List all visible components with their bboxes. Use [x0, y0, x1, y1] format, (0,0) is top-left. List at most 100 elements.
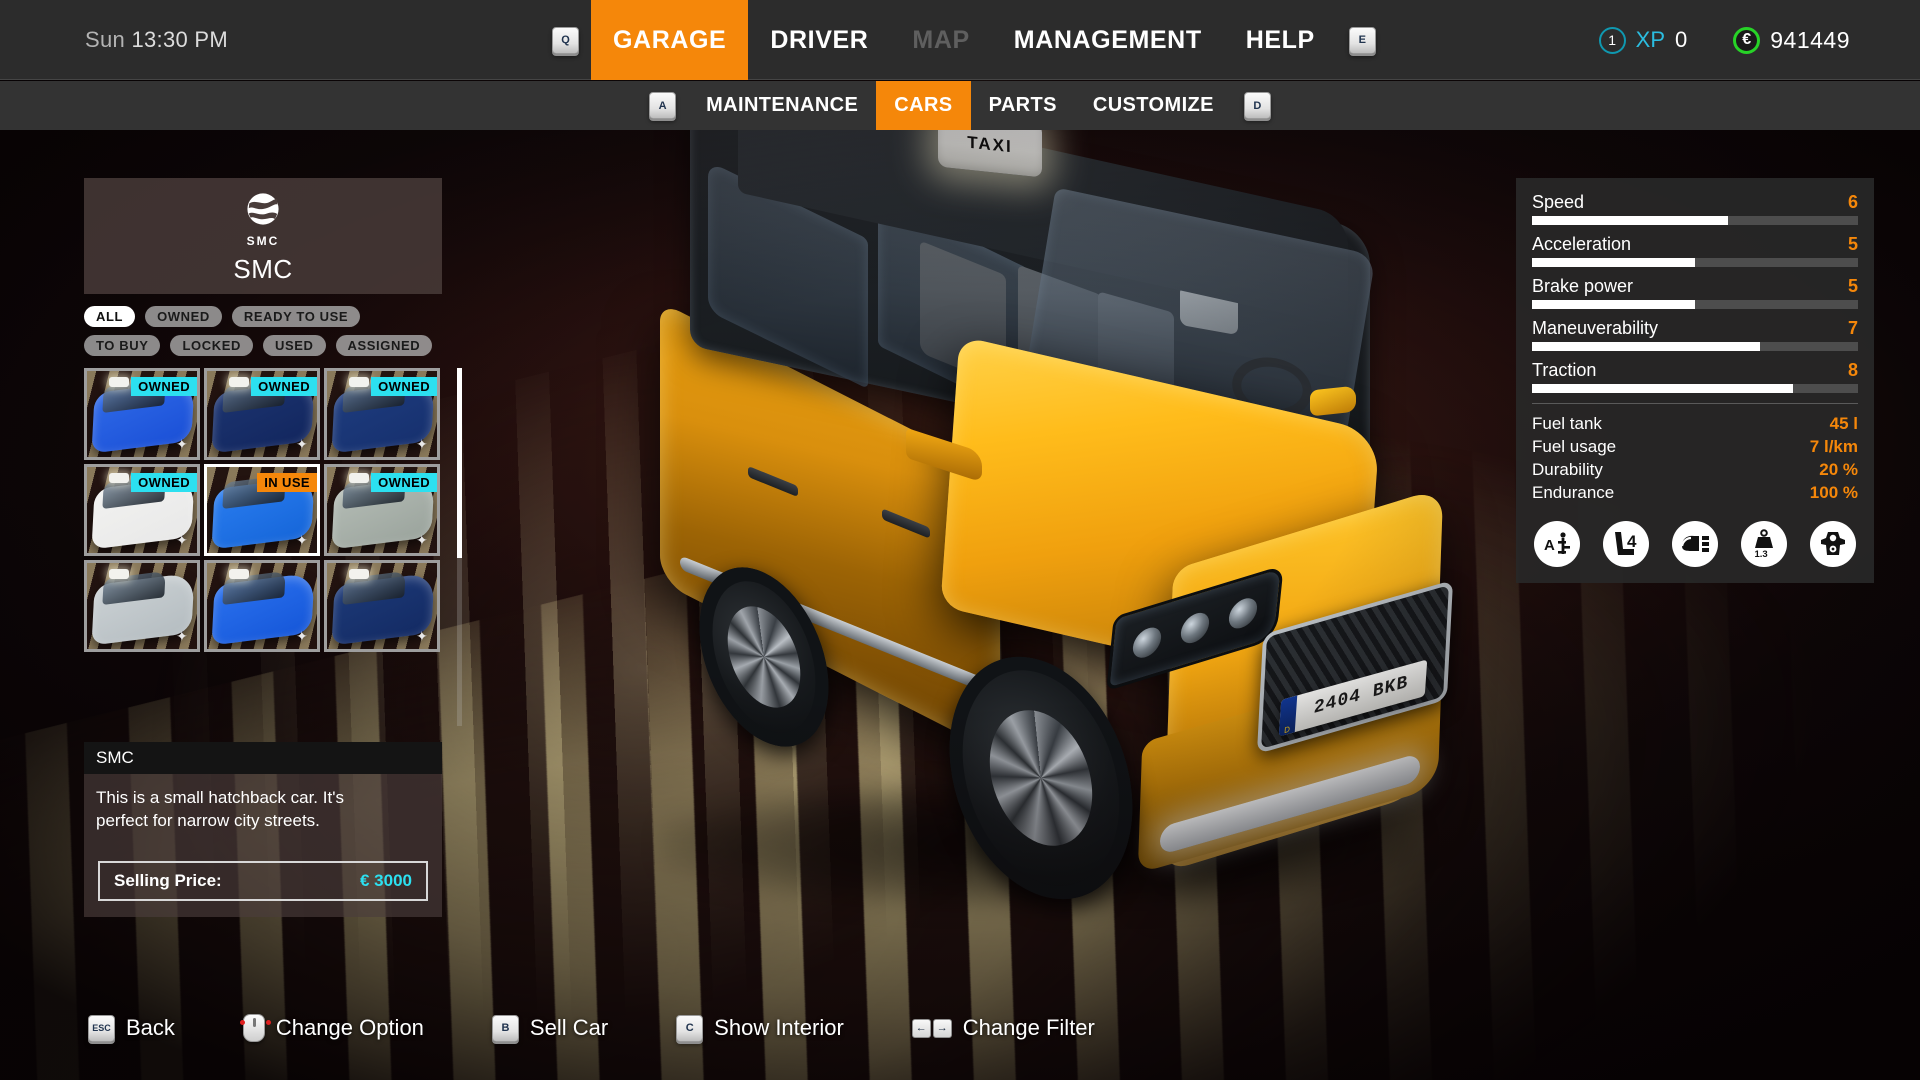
- stat-bar-fill: [1532, 216, 1728, 225]
- nav-item-management[interactable]: MANAGEMENT: [992, 0, 1224, 80]
- car-info-title: SMC: [84, 742, 442, 774]
- car-thumbnail[interactable]: ✦: [84, 560, 200, 652]
- car-thumbnail-badge: IN USE: [257, 473, 317, 492]
- nav-key-left-hint: Q: [540, 0, 591, 80]
- money-value: 941449: [1770, 26, 1850, 53]
- game-clock: Sun 13:30 PM: [85, 27, 228, 53]
- car-thumbnail-taxi-sign: [349, 473, 369, 483]
- gearbox-icon: [1672, 521, 1718, 567]
- car-thumbnail[interactable]: ✦: [204, 560, 320, 652]
- action-back[interactable]: ESC Back: [88, 1014, 175, 1042]
- stat-detail-row: Fuel tank 45 l: [1532, 414, 1858, 434]
- arrow-right-icon: →: [932, 1018, 952, 1038]
- car-thumbnail-badge: OWNED: [131, 377, 197, 396]
- stat-detail-row: Fuel usage 7 l/km: [1532, 437, 1858, 457]
- action-back-label: Back: [126, 1015, 175, 1040]
- stat-value: 6: [1847, 192, 1858, 212]
- stat-name: Brake power: [1532, 276, 1634, 296]
- selling-price-box: Selling Price: € 3000: [98, 860, 428, 901]
- stat-name: Speed: [1532, 192, 1585, 212]
- top-bar: Sun 13:30 PM Q GARAGE DRIVER MAP MANAGEM…: [0, 0, 1920, 80]
- stat-detail-name: Fuel usage: [1532, 437, 1617, 456]
- xp-label: XP: [1635, 27, 1665, 52]
- stat-bar-track: [1532, 342, 1858, 351]
- brand-mark-text: SMC: [246, 234, 280, 248]
- action-show-interior[interactable]: C Show Interior: [676, 1014, 844, 1042]
- money-group: € 941449: [1733, 26, 1850, 54]
- car-grid-scrollbar-thumb[interactable]: [457, 368, 462, 558]
- tab-cars[interactable]: CARS: [876, 81, 971, 130]
- action-show-interior-label: Show Interior: [714, 1015, 844, 1040]
- car-thumbnail-taxi-sign: [349, 377, 369, 387]
- stat-value: 8: [1847, 360, 1858, 380]
- car-stats-panel: Speed 6 Acceleration 5 Brake power 5 Maneuvera…: [1516, 178, 1874, 583]
- car-thumbnail-taxi-sign: [349, 569, 369, 579]
- car-thumbnail-badge: OWNED: [131, 473, 197, 492]
- car-thumbnail[interactable]: OWNED ✦: [324, 368, 440, 460]
- brand-name: SMC: [233, 254, 293, 284]
- sparkle-icon: ✦: [176, 628, 188, 644]
- nav-item-driver[interactable]: DRIVER: [748, 0, 890, 80]
- car-thumbnail[interactable]: OWNED ✦: [84, 464, 200, 556]
- tab-maintenance[interactable]: MAINTENANCE: [688, 81, 876, 130]
- spec-icons-row: A 4 1.3: [1532, 521, 1858, 567]
- car-selection-panel: SMC SMC ALL OWNED READY TO USE TO BUY LO…: [84, 178, 462, 917]
- filter-assigned[interactable]: ASSIGNED: [335, 335, 433, 356]
- action-sell-car[interactable]: B Sell Car: [491, 1014, 608, 1042]
- filter-to-buy[interactable]: TO BUY: [84, 335, 161, 356]
- car-thumbnail[interactable]: IN USE ✦: [204, 464, 320, 556]
- stat-bar-track: [1532, 300, 1858, 309]
- car-info-body: This is a small hatchback car. It's perf…: [84, 774, 442, 917]
- car-description: This is a small hatchback car. It's perf…: [96, 788, 344, 830]
- sparkle-icon: ✦: [176, 532, 188, 548]
- engine-icon: [1810, 521, 1856, 567]
- svg-text:1.3: 1.3: [1755, 549, 1768, 559]
- filter-locked[interactable]: LOCKED: [170, 335, 253, 356]
- nav-item-help[interactable]: HELP: [1224, 0, 1337, 80]
- nav-item-garage[interactable]: GARAGE: [591, 0, 749, 80]
- action-change-option[interactable]: Change Option: [239, 1014, 424, 1042]
- arrow-left-icon: ←: [911, 1018, 931, 1038]
- car-thumbnail[interactable]: OWNED ✦: [84, 368, 200, 460]
- arrow-keys-icon: ← →: [911, 1018, 952, 1038]
- filter-used[interactable]: USED: [262, 335, 326, 356]
- stat-detail-row: Durability 20 %: [1532, 460, 1858, 480]
- sparkle-icon: ✦: [296, 532, 308, 548]
- stat-name: Maneuverability: [1532, 318, 1659, 338]
- nav-item-map: MAP: [912, 25, 970, 54]
- tab-parts[interactable]: PARTS: [971, 81, 1075, 130]
- selling-price-value: € 3000: [360, 870, 412, 890]
- filter-owned[interactable]: OWNED: [145, 306, 222, 327]
- key-q-icon: Q: [552, 26, 579, 54]
- selling-price-label: Selling Price:: [114, 870, 222, 890]
- sparkle-icon: ✦: [296, 628, 308, 644]
- stat-detail-value: 100 %: [1809, 483, 1858, 502]
- stat-row: Traction 8: [1532, 360, 1858, 393]
- car-thumbnail[interactable]: OWNED ✦: [324, 464, 440, 556]
- key-a-icon: A: [649, 92, 677, 119]
- car-thumbnail[interactable]: OWNED ✦: [204, 368, 320, 460]
- key-esc-icon: ESC: [88, 1014, 115, 1042]
- stat-bar-fill: [1532, 258, 1695, 267]
- filter-ready-to-use[interactable]: READY TO USE: [231, 306, 361, 327]
- car-thumbnail-badge: OWNED: [371, 473, 437, 492]
- car-thumbnail-taxi-sign: [229, 377, 249, 387]
- action-hint-bar: ESC Back Change Option B Sell Car C Show…: [0, 1008, 1920, 1048]
- xp-value: 0: [1675, 27, 1688, 52]
- stat-name: Acceleration: [1532, 234, 1632, 254]
- stat-value: 7: [1847, 318, 1858, 338]
- sparkle-icon: ✦: [416, 436, 428, 452]
- stat-bar-track: [1532, 384, 1858, 393]
- tab-customize[interactable]: CUSTOMIZE: [1075, 81, 1232, 130]
- clock-time: 13:30 PM: [131, 26, 229, 52]
- action-change-filter[interactable]: ← → Change Filter: [911, 1015, 1095, 1041]
- filter-all[interactable]: ALL: [84, 306, 136, 327]
- sparkle-icon: ✦: [296, 436, 308, 452]
- player-resources: 1 XP 0 € 941449: [1598, 0, 1920, 80]
- stat-bar-track: [1532, 258, 1858, 267]
- stat-value: 5: [1847, 234, 1858, 254]
- car-thumbnail[interactable]: ✦: [324, 560, 440, 652]
- brand-card: SMC SMC: [84, 178, 442, 294]
- car-thumbnail-taxi-sign: [109, 569, 129, 579]
- stat-detail-value: 45 l: [1829, 414, 1858, 433]
